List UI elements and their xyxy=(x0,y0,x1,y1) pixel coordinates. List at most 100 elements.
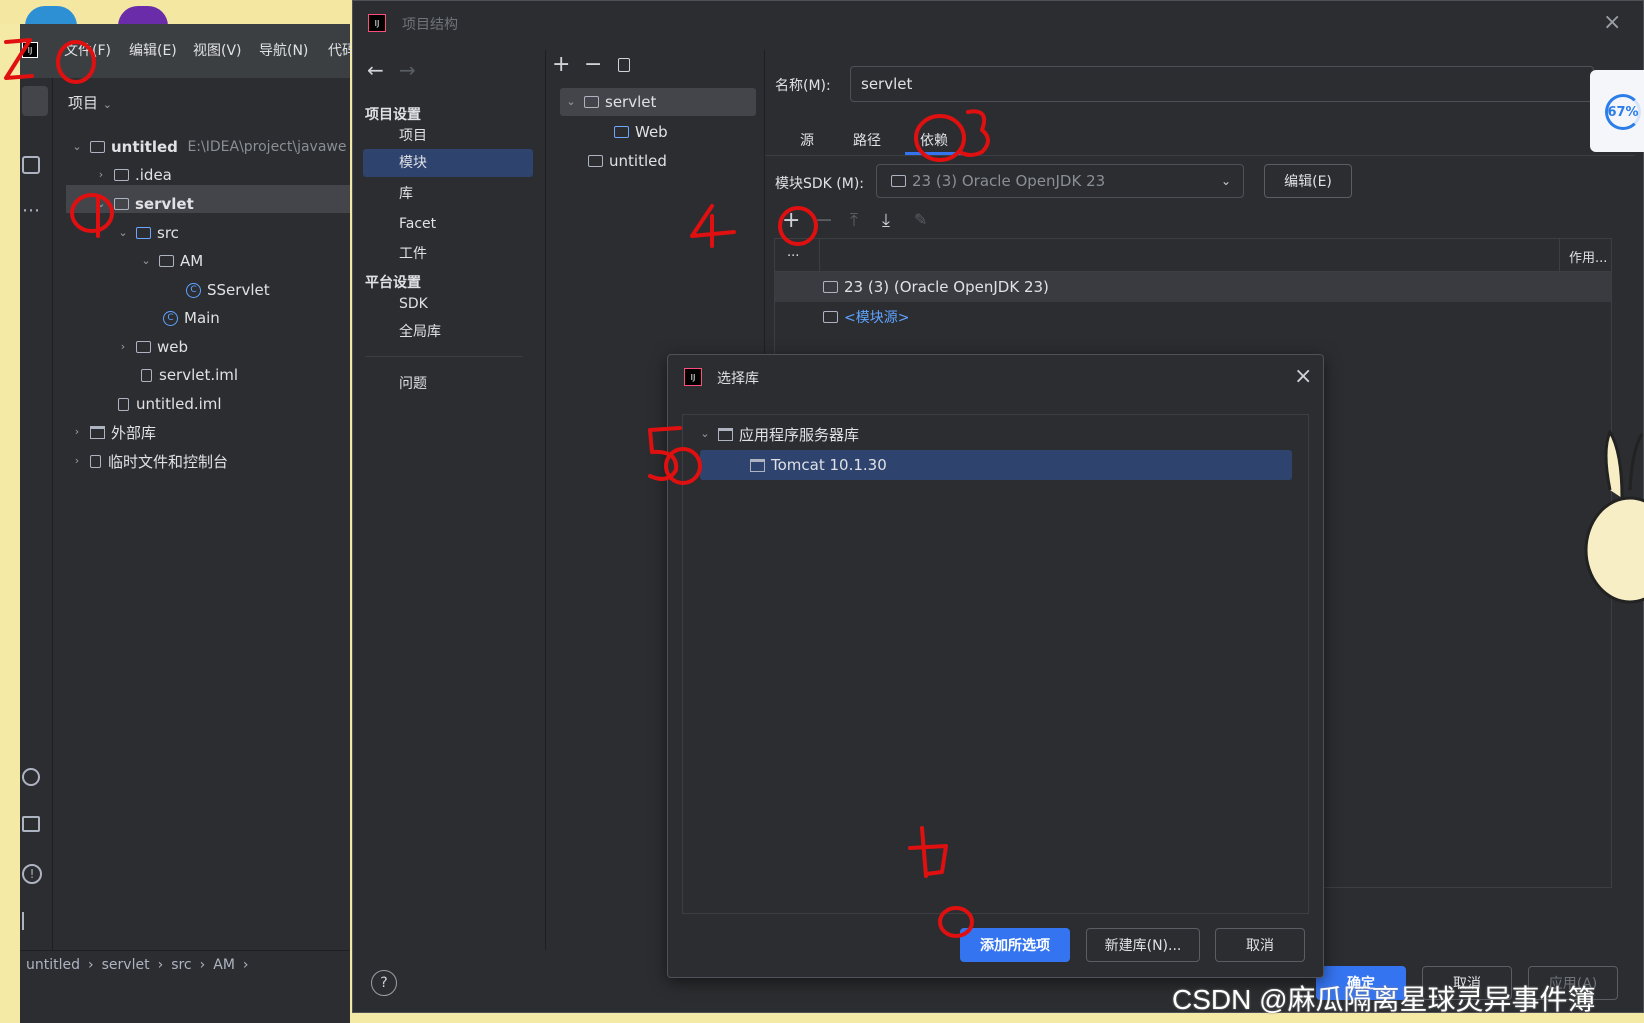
more-tools-icon[interactable]: ⋯ xyxy=(22,200,40,221)
module-folder-icon xyxy=(584,96,599,108)
tree-servlet[interactable]: ⌄ servlet xyxy=(96,191,194,217)
tree-am[interactable]: ⌄ AM xyxy=(141,248,203,274)
edit-sdk-button[interactable]: 编辑(E) xyxy=(1264,164,1352,198)
sdk-select[interactable]: 23 (3) Oracle OpenJDK 23 ⌄ xyxy=(876,164,1244,198)
tree-label: .idea xyxy=(135,166,172,184)
library-tree xyxy=(682,414,1309,914)
menu-file[interactable]: 文件(F) xyxy=(64,40,111,60)
chevron-right-icon: › xyxy=(199,956,206,973)
module-web-facet[interactable]: Web xyxy=(614,119,668,145)
sdk-folder-icon xyxy=(891,175,906,187)
tree-label: src xyxy=(157,224,179,242)
tree-src[interactable]: ⌄ src xyxy=(118,220,179,246)
tree-sservlet[interactable]: C SServlet xyxy=(186,277,270,303)
tree-servlet-iml[interactable]: servlet.iml xyxy=(141,362,238,388)
package-icon xyxy=(159,255,174,267)
nav-global-libs[interactable]: 全局库 xyxy=(399,318,441,346)
move-up-icon: ⤒ xyxy=(850,210,858,231)
breadcrumb-src[interactable]: src xyxy=(171,957,191,973)
breadcrumb-untitled[interactable]: untitled xyxy=(26,957,80,973)
chevron-right-icon: › xyxy=(157,956,164,973)
tree-app-server-libs[interactable]: ⌄ 应用程序服务器库 xyxy=(700,421,859,447)
tree-label: servlet.iml xyxy=(159,366,239,384)
edit-dependency-icon: ✎ xyxy=(914,210,928,229)
menu-view[interactable]: 视图(V) xyxy=(193,40,242,60)
dialog-title: 项目结构 xyxy=(402,17,458,33)
tree-untitled[interactable]: ⌄ untitled E:\IDEA\project\javawe xyxy=(72,134,346,160)
move-down-icon[interactable]: ⤓ xyxy=(882,210,890,231)
chevron-right-icon: › xyxy=(88,956,94,973)
project-view-title[interactable]: 项目 ⌄ xyxy=(68,92,112,113)
breadcrumb-am[interactable]: AM xyxy=(213,957,235,973)
tree-label: Main xyxy=(184,309,220,327)
tree-web[interactable]: › web xyxy=(118,334,188,360)
menu-edit[interactable]: 编辑(E) xyxy=(129,40,177,60)
module-servlet[interactable]: ⌄ servlet xyxy=(566,89,656,115)
name-field[interactable]: servlet xyxy=(850,66,1594,102)
tree-scratches[interactable]: › 临时文件和控制台 xyxy=(72,448,228,474)
chevron-down-icon: ⌄ xyxy=(102,98,113,111)
add-module-icon[interactable]: + xyxy=(552,52,570,77)
close-icon[interactable]: × xyxy=(1294,364,1312,389)
tree-tomcat[interactable]: Tomcat 10.1.30 xyxy=(750,452,887,478)
project-view-label: 项目 xyxy=(68,94,99,112)
tree-label: servlet xyxy=(135,195,194,213)
table-row[interactable]: <模块源> xyxy=(775,302,1611,332)
bunny-sticker xyxy=(1584,428,1644,604)
tree-main[interactable]: C Main xyxy=(163,305,220,331)
git-tool-icon[interactable] xyxy=(22,912,40,930)
close-icon[interactable]: × xyxy=(1603,10,1621,35)
module-untitled[interactable]: untitled xyxy=(588,148,667,174)
nav-facets[interactable]: Facet xyxy=(399,210,436,238)
tree-untitled-iml[interactable]: untitled.iml xyxy=(118,391,222,417)
menu-navigate[interactable]: 导航(N) xyxy=(259,40,308,60)
tree-label: 外部库 xyxy=(111,423,157,442)
remove-module-icon[interactable]: − xyxy=(584,52,602,77)
tab-paths[interactable]: 路径 xyxy=(853,130,881,150)
back-arrow-icon[interactable]: ← xyxy=(367,58,384,82)
help-icon[interactable]: ? xyxy=(371,970,397,996)
nav-modules[interactable]: 模块 xyxy=(399,149,427,177)
chevron-down-icon: ⌄ xyxy=(118,226,128,239)
dep-label: <模块源> xyxy=(844,310,910,326)
problems-tool-icon[interactable]: ! xyxy=(22,864,42,884)
col-divider xyxy=(819,239,820,271)
project-tool-icon[interactable] xyxy=(22,86,48,116)
col-more[interactable]: ... xyxy=(787,245,799,260)
tree-label: untitled xyxy=(609,152,667,170)
folder-icon xyxy=(90,141,105,153)
nav-libraries[interactable]: 库 xyxy=(399,180,413,208)
tree-path: E:\IDEA\project\javawe xyxy=(187,139,347,155)
source-folder-icon xyxy=(136,227,151,239)
breadcrumb-servlet[interactable]: servlet xyxy=(102,957,150,973)
col-scope[interactable]: 作用... xyxy=(1569,247,1607,266)
new-library-button[interactable]: 新建库(N)... xyxy=(1086,928,1200,962)
add-selected-button[interactable]: 添加所选项 xyxy=(960,928,1070,962)
add-dependency-icon[interactable]: + xyxy=(782,208,800,233)
run-tool-icon[interactable] xyxy=(22,768,40,786)
structure-tool-icon[interactable] xyxy=(22,156,40,174)
class-icon: C xyxy=(186,282,201,298)
nav-project[interactable]: 项目 xyxy=(399,122,427,150)
progress-value: 67% xyxy=(1607,104,1639,120)
nav-divider xyxy=(365,356,523,357)
chevron-down-icon: ⌄ xyxy=(72,140,82,153)
folder-icon xyxy=(823,311,838,323)
tab-sources[interactable]: 源 xyxy=(800,130,814,150)
nav-sdk[interactable]: SDK xyxy=(399,290,428,318)
sdk-label: 模块SDK (M): xyxy=(775,176,865,192)
tree-label: 临时文件和控制台 xyxy=(108,452,229,471)
chooser-cancel-button[interactable]: 取消 xyxy=(1215,928,1305,962)
table-row[interactable]: 23 (3) (Oracle OpenJDK 23) xyxy=(775,272,1611,302)
terminal-tool-icon[interactable] xyxy=(22,816,40,832)
copy-module-icon[interactable] xyxy=(618,58,630,72)
module-folder-icon xyxy=(588,155,603,167)
nav-problems[interactable]: 问题 xyxy=(399,370,427,398)
tree-external-libs[interactable]: › 外部库 xyxy=(72,419,156,445)
watermark: CSDN @麻瓜隔离星球灵异事件簿 xyxy=(1172,984,1596,1015)
name-label: 名称(M): xyxy=(775,78,831,94)
chooser-title: 选择库 xyxy=(717,371,759,387)
chevron-down-icon: ⌄ xyxy=(141,254,151,267)
nav-artifacts[interactable]: 工件 xyxy=(399,240,427,268)
tab-dependencies[interactable]: 依赖 xyxy=(920,130,948,150)
